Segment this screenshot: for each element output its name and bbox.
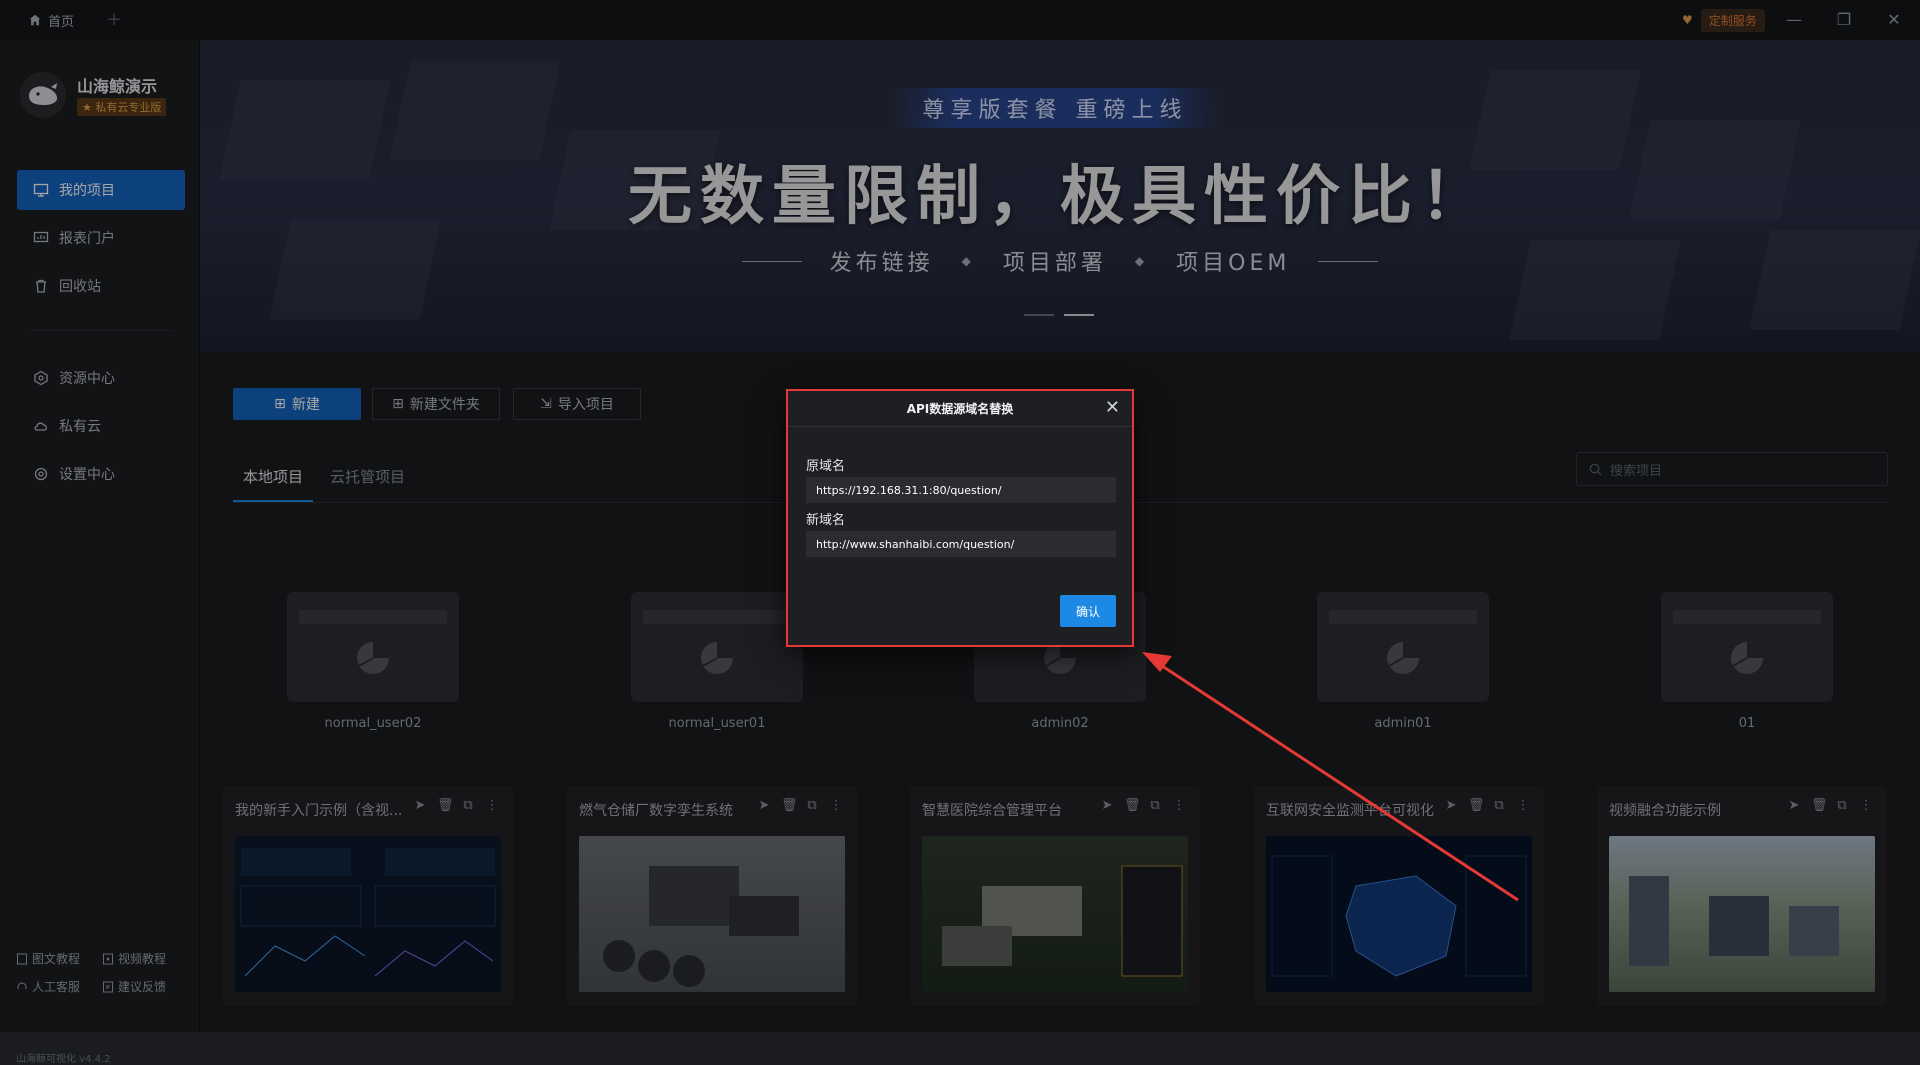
new-domain-label: 新域名: [806, 513, 846, 528]
close-icon[interactable]: ✕: [1105, 399, 1120, 417]
confirm-button[interactable]: 确认: [1060, 595, 1116, 627]
version-text: 山海鲸可视化 v4.4.2: [16, 1054, 111, 1065]
dialog-title: API数据源域名替换: [906, 402, 1014, 416]
api-domain-replace-dialog: API数据源域名替换 ✕ 原域名 新域名 确认: [786, 389, 1134, 647]
new-domain-field[interactable]: [806, 531, 1116, 557]
old-domain-label: 原域名: [806, 459, 846, 474]
old-domain-field[interactable]: [806, 477, 1116, 503]
dialog-header: API数据源域名替换 ✕: [788, 391, 1132, 427]
